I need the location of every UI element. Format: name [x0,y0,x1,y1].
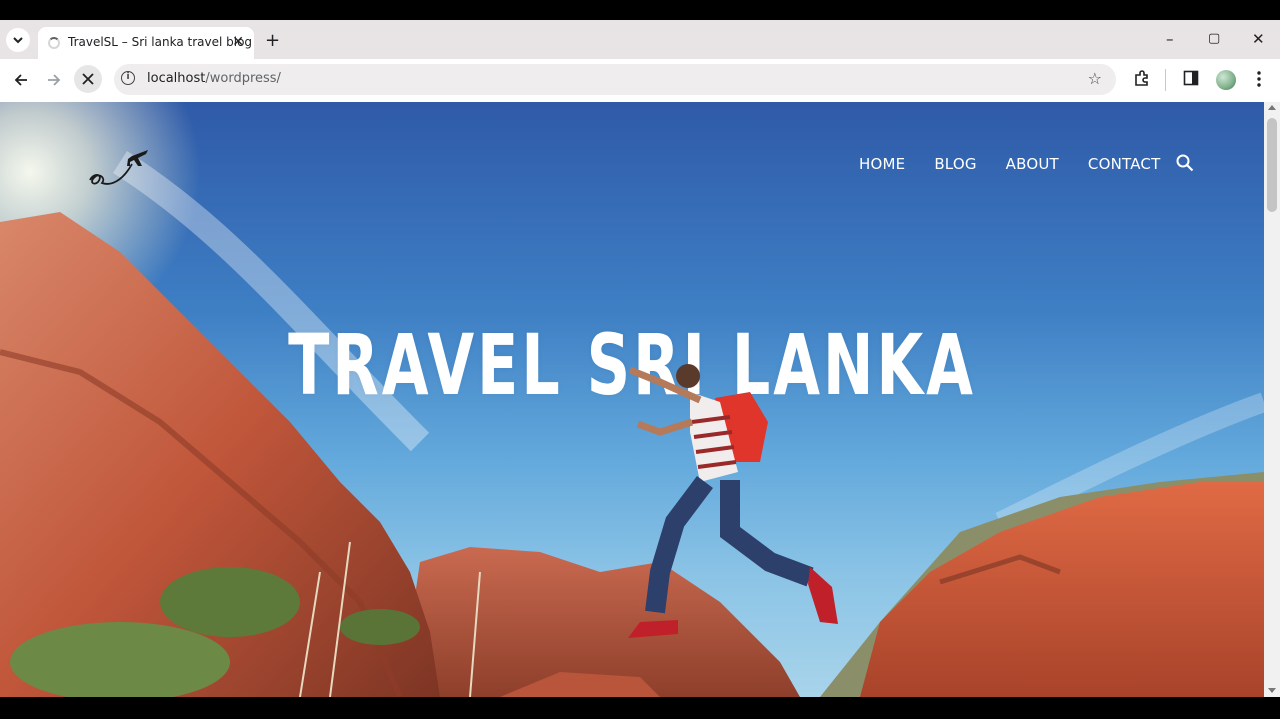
chevron-down-icon [13,36,23,43]
scrollbar-thumb[interactable] [1267,118,1277,212]
profile-avatar[interactable] [1216,70,1236,90]
loading-spinner-icon [48,37,60,49]
stop-loading-icon [82,73,94,85]
nav-about[interactable]: ABOUT [1006,155,1059,173]
scroll-up-arrow-icon[interactable] [1268,105,1276,110]
toolbar-divider [1165,69,1166,91]
screen-top-border [0,0,1280,20]
restore-button[interactable]: ▢ [1208,31,1220,46]
page-scrollbar[interactable] [1264,102,1280,697]
nav-contact[interactable]: CONTACT [1088,155,1161,173]
extensions-icon[interactable] [1133,70,1151,92]
back-button[interactable] [10,69,32,91]
airplane-loop-logo[interactable] [86,142,156,190]
back-arrow-icon [14,74,27,86]
screen-bottom-border [0,697,1280,719]
hiker-figure [628,364,838,638]
side-panel-icon[interactable] [1183,70,1199,90]
tab-title: TravelSL – Sri lanka travel blog [68,35,253,49]
main-nav: HOME BLOG ABOUT CONTACT [859,155,1189,173]
forward-arrow-icon [48,74,61,86]
tab-strip: TravelSL – Sri lanka travel blog ✕ + – ▢… [0,20,1280,59]
tab-close-icon[interactable]: ✕ [232,34,244,50]
nav-home[interactable]: HOME [859,155,905,173]
browser-toolbar: i localhost/wordpress/ ☆ [0,59,1280,102]
site-info-icon[interactable]: i [121,71,135,85]
menu-icon[interactable] [1253,70,1265,92]
reload-button[interactable] [74,65,102,93]
nav-blog[interactable]: BLOG [934,155,976,173]
forward-button[interactable] [43,69,65,91]
address-bar[interactable]: i localhost/wordpress/ ☆ [114,64,1116,95]
minimize-button[interactable]: – [1166,30,1174,48]
browser-tab-active[interactable]: TravelSL – Sri lanka travel blog ✕ [38,27,254,59]
search-icon[interactable] [1176,154,1194,172]
close-window-button[interactable]: ✕ [1252,30,1265,48]
page-viewport: HOME BLOG ABOUT CONTACT TRAVEL SRI LANKA [0,102,1264,697]
url-text: localhost/wordpress/ [147,71,281,86]
new-tab-button[interactable]: + [265,30,280,51]
tab-search-button[interactable] [6,28,30,52]
bookmark-star-icon[interactable]: ☆ [1088,69,1102,88]
scroll-down-arrow-icon[interactable] [1268,688,1276,693]
